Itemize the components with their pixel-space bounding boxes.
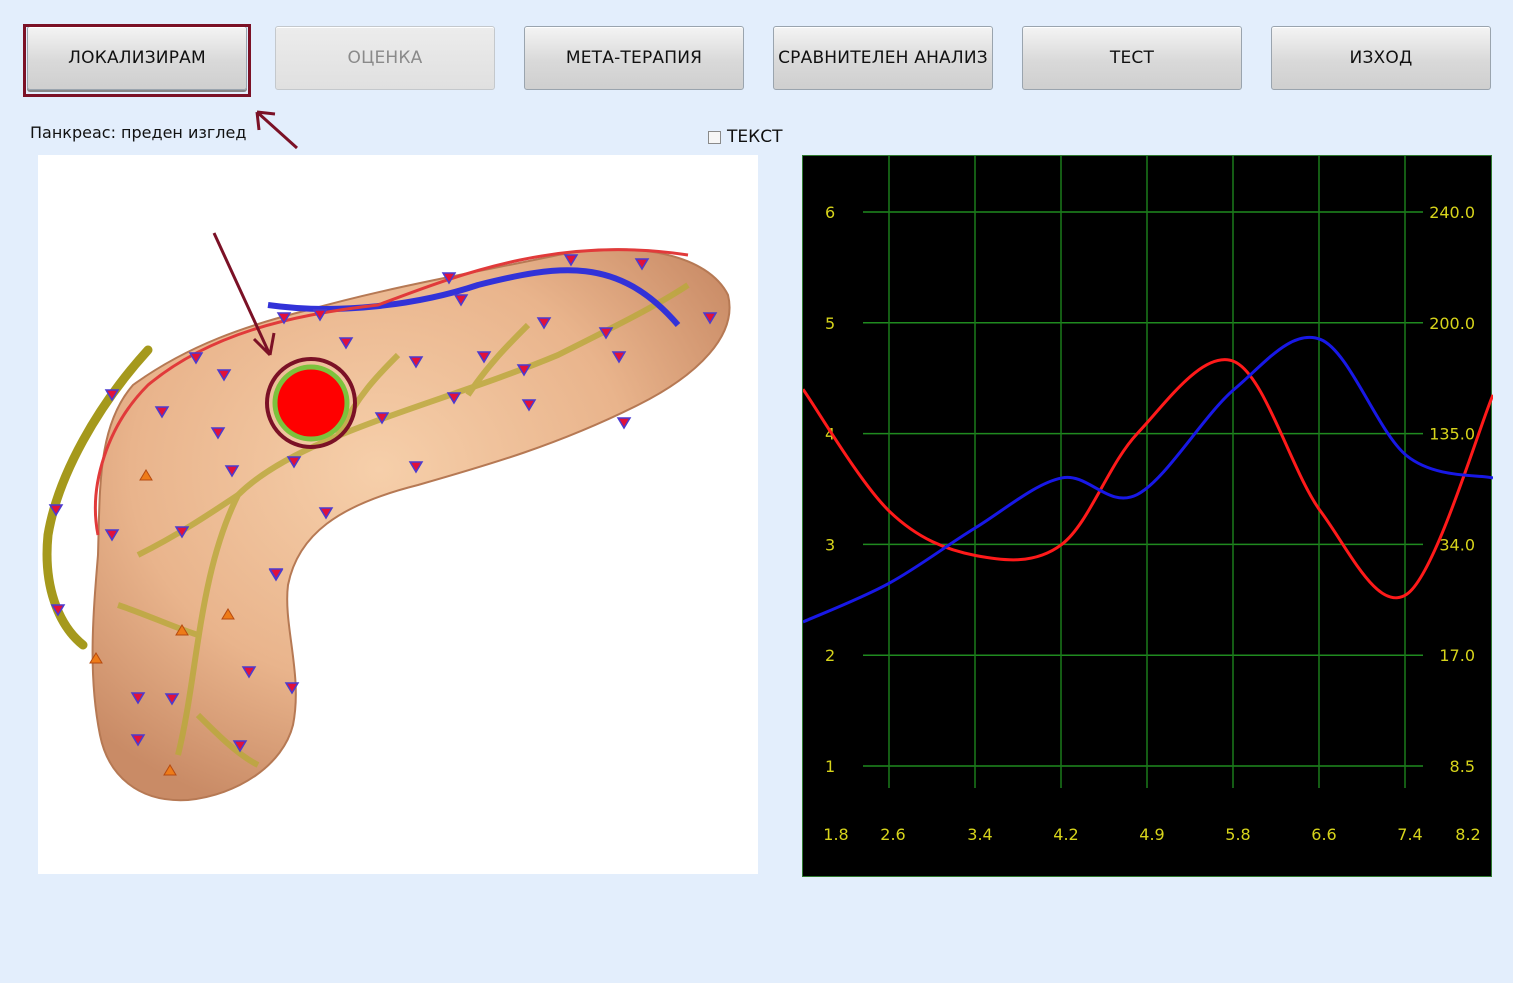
view-title: Панкреас: преден изглед bbox=[30, 123, 247, 142]
active-button-highlight bbox=[23, 24, 251, 97]
x-tick-label: 5.8 bbox=[1225, 825, 1250, 844]
y-right-tick-label: 240.0 bbox=[1429, 203, 1475, 222]
x-tick-label: 6.6 bbox=[1311, 825, 1336, 844]
text-checkbox[interactable]: ТЕКСТ bbox=[708, 127, 782, 147]
y-left-tick-label: 6 bbox=[825, 203, 835, 222]
focus-spot bbox=[272, 364, 350, 442]
y-right-tick-label: 135.0 bbox=[1429, 425, 1475, 444]
comparative-analysis-button[interactable]: СРАВНИТЕЛЕН АНАЛИЗ bbox=[773, 26, 993, 90]
meta-therapy-button[interactable]: МЕТА-ТЕРАПИЯ bbox=[524, 26, 744, 90]
x-tick-label: 4.9 bbox=[1139, 825, 1164, 844]
y-right-tick-label: 8.5 bbox=[1450, 757, 1475, 776]
y-right-tick-label: 200.0 bbox=[1429, 314, 1475, 333]
x-tick-label: 2.6 bbox=[880, 825, 905, 844]
x-tick-label: 4.2 bbox=[1053, 825, 1078, 844]
series-line-blue bbox=[803, 336, 1493, 624]
y-left-tick-label: 2 bbox=[825, 646, 835, 665]
y-left-tick-label: 3 bbox=[825, 535, 835, 554]
annotation-arrow-icon bbox=[255, 110, 299, 150]
y-right-tick-label: 34.0 bbox=[1439, 535, 1475, 554]
checkbox-box[interactable] bbox=[708, 130, 721, 144]
y-left-tick-label: 5 bbox=[825, 314, 835, 333]
x-tick-label: 8.2 bbox=[1455, 825, 1480, 844]
line-chart: 1234568.517.034.0135.0200.0240.01.8 2.6 3.… bbox=[803, 156, 1493, 844]
y-right-tick-label: 17.0 bbox=[1439, 646, 1475, 665]
y-left-tick-label: 1 bbox=[825, 757, 835, 776]
x-tick-label: 1.8 bbox=[823, 825, 848, 844]
x-tick-label: 3.4 bbox=[967, 825, 992, 844]
pancreas-illustration bbox=[42, 232, 731, 802]
exit-button[interactable]: ИЗХОД bbox=[1271, 26, 1491, 90]
chart-panel: 1 2 3 4 5 6 8.5 17.0 34.0 135.0 200.0 240.0 1.8 2.6 3.… bbox=[802, 155, 1493, 877]
series-line-red bbox=[803, 358, 1493, 600]
x-tick-label: 7.4 bbox=[1397, 825, 1422, 844]
pancreas-view-panel bbox=[38, 155, 758, 874]
test-button[interactable]: ТЕСТ bbox=[1022, 26, 1242, 90]
evaluation-button[interactable]: ОЦЕНКА bbox=[275, 26, 495, 90]
text-checkbox-label: ТЕКСТ bbox=[727, 127, 783, 147]
